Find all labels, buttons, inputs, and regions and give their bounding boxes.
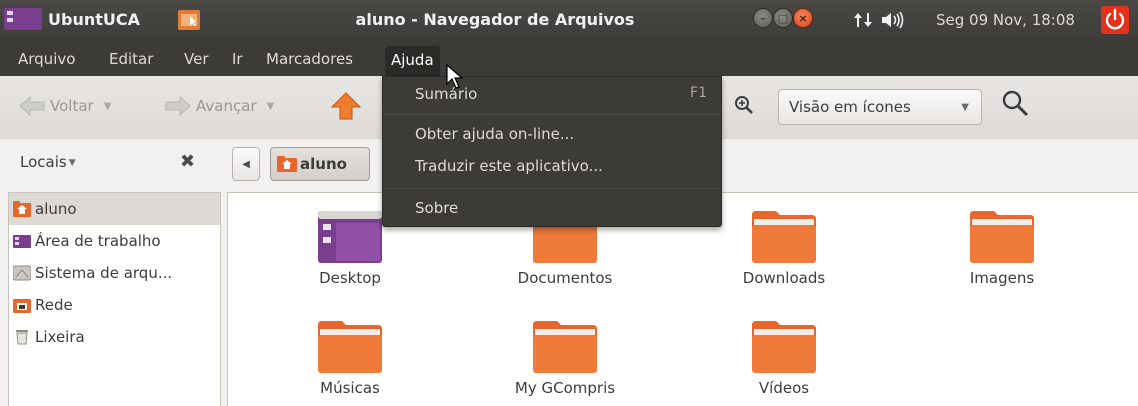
power-button[interactable] xyxy=(1101,6,1129,34)
path-back-button[interactable]: ◀ xyxy=(232,147,260,181)
file-item-downloads[interactable]: Downloads xyxy=(704,211,864,287)
folder-icon xyxy=(752,211,816,263)
maximize-button[interactable]: □ xyxy=(773,8,793,28)
places-selector[interactable]: Locais ▼ xyxy=(20,153,76,171)
view-mode-value: Visão em ícones xyxy=(789,98,911,116)
home-folder-icon xyxy=(13,201,31,217)
minimize-icon: – xyxy=(760,11,766,25)
places-label: Locais xyxy=(20,153,67,171)
close-icon: × xyxy=(798,11,808,25)
window-title: aluno - Navegador de Arquivos xyxy=(355,10,635,29)
close-button[interactable]: × xyxy=(793,8,813,28)
chevron-left-icon: ◀ xyxy=(242,158,250,170)
file-label: Imagens xyxy=(969,269,1035,287)
sidebar-item-label: Rede xyxy=(35,296,73,314)
file-label: Desktop xyxy=(319,269,381,287)
file-label: Vídeos xyxy=(758,379,810,397)
menu-ir[interactable]: Ir xyxy=(232,50,243,68)
sidebar-item-label: aluno xyxy=(35,200,77,218)
folder-icon xyxy=(533,321,597,373)
sidebar-item-network[interactable]: Rede xyxy=(9,289,220,321)
forward-button[interactable]: Avançar ▼ xyxy=(164,96,274,116)
menu-ver[interactable]: Ver xyxy=(184,50,209,68)
search-icon[interactable] xyxy=(1000,88,1030,118)
desktop-folder-icon xyxy=(318,211,382,263)
sidebar-item-label: Área de trabalho xyxy=(35,232,161,250)
menu-separator xyxy=(384,114,720,115)
back-button[interactable]: Voltar ▼ xyxy=(18,96,111,116)
mouse-cursor-icon xyxy=(446,64,464,89)
drive-icon xyxy=(13,265,31,281)
chevron-down-icon: ▼ xyxy=(961,102,969,113)
back-label: Voltar xyxy=(50,97,94,115)
maximize-icon: □ xyxy=(777,11,789,25)
network-icon xyxy=(13,299,31,313)
menubar: Arquivo Editar Ver Ir Marcadores Ajuda xyxy=(0,44,1138,76)
file-item-imagens[interactable]: Imagens xyxy=(922,211,1082,287)
back-dropdown-icon[interactable]: ▼ xyxy=(104,101,112,112)
file-label: My GCompris xyxy=(514,379,616,397)
file-item-musicas[interactable]: Músicas xyxy=(270,321,430,397)
file-label: Músicas xyxy=(320,379,380,397)
file-item-videos[interactable]: Vídeos xyxy=(704,321,864,397)
folder-icon xyxy=(970,211,1034,263)
trash-icon xyxy=(16,330,28,345)
forward-label: Avançar xyxy=(196,97,257,115)
volume-icon[interactable] xyxy=(880,11,910,29)
folder-icon xyxy=(752,321,816,373)
menu-ajuda[interactable]: Ajuda xyxy=(385,46,440,76)
menu-item-ajuda-online[interactable]: Obter ajuda on-line... xyxy=(415,125,574,143)
minimize-button[interactable]: – xyxy=(753,8,773,28)
file-label: Documentos xyxy=(517,269,613,287)
clock[interactable]: Seg 09 Nov, 18:08 xyxy=(936,11,1075,29)
home-folder-icon xyxy=(277,156,297,172)
menu-arquivo[interactable]: Arquivo xyxy=(18,50,75,68)
forward-dropdown-icon[interactable]: ▼ xyxy=(267,101,275,112)
folder-icon xyxy=(318,321,382,373)
sidebar-item-label: Lixeira xyxy=(35,328,85,346)
up-arrow-icon[interactable] xyxy=(331,92,361,120)
shortcut-f1: F1 xyxy=(690,85,707,101)
power-icon xyxy=(1105,8,1125,30)
menu-separator xyxy=(384,188,720,189)
sidebar: aluno Área de trabalho Sistema de arqu..… xyxy=(8,192,221,406)
close-sidebar-icon[interactable]: ✖ xyxy=(180,151,195,172)
menu-editar[interactable]: Editar xyxy=(109,50,153,68)
file-label: Downloads xyxy=(742,269,826,287)
back-arrow-icon xyxy=(19,96,45,116)
path-current-button[interactable]: aluno xyxy=(270,147,370,181)
menu-marcadores[interactable]: Marcadores xyxy=(266,50,353,68)
menu-item-sobre[interactable]: Sobre xyxy=(415,199,458,217)
file-item-my-gcompris[interactable]: My GCompris xyxy=(485,321,645,397)
path-current-label: aluno xyxy=(300,155,347,173)
network-indicator-icon[interactable] xyxy=(852,11,874,29)
sidebar-item-filesystem[interactable]: Sistema de arqu... xyxy=(9,257,220,289)
top-panel: UbuntUCA aluno - Navegador de Arquivos –… xyxy=(0,0,1138,44)
sidebar-item-aluno[interactable]: aluno xyxy=(9,193,220,225)
sidebar-item-trash[interactable]: Lixeira xyxy=(9,321,220,353)
view-mode-select[interactable]: Visão em ícones ▼ xyxy=(778,89,982,125)
chevron-down-icon: ▼ xyxy=(68,158,76,168)
forward-arrow-icon xyxy=(165,96,191,116)
zoom-icon[interactable] xyxy=(733,94,755,116)
sidebar-item-label: Sistema de arqu... xyxy=(35,264,173,282)
desktop-icon xyxy=(13,235,31,248)
help-menu: Sumário F1 Obter ajuda on-line... Traduz… xyxy=(382,76,722,227)
sidebar-item-desktop[interactable]: Área de trabalho xyxy=(9,225,220,257)
menu-item-traduzir[interactable]: Traduzir este aplicativo... xyxy=(415,157,603,175)
